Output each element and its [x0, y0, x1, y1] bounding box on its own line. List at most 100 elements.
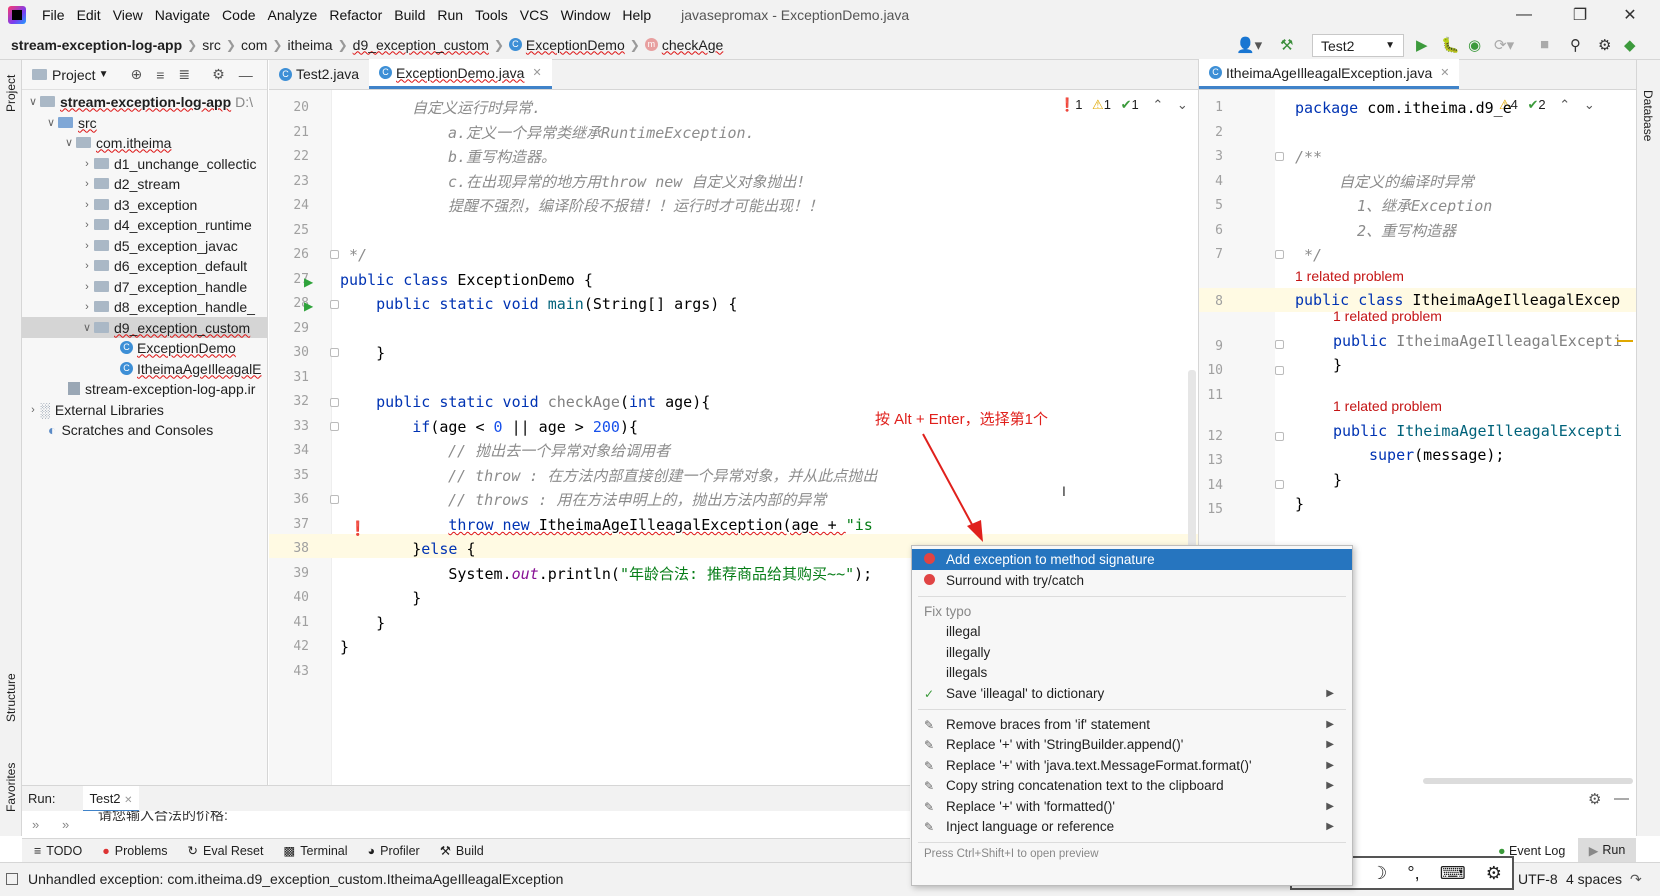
- popup-item-intention[interactable]: ✎ Remove braces from 'if' statement ▶: [912, 714, 1352, 735]
- tree-folder[interactable]: › d7_exception_handle: [22, 276, 267, 297]
- panel-gear-icon[interactable]: ⚙: [212, 66, 225, 83]
- tree-folder[interactable]: › d6_exception_default: [22, 255, 267, 276]
- collapse-all-icon[interactable]: ≣: [178, 66, 190, 83]
- related-problem-label[interactable]: 1 related problem: [1333, 398, 1442, 414]
- profile-icon[interactable]: ⟳▾: [1494, 36, 1514, 54]
- fold-icon[interactable]: [330, 422, 339, 431]
- tree-file[interactable]: C ExceptionDemo: [22, 337, 267, 358]
- todo-tool-button[interactable]: ≡ TODO: [34, 844, 82, 858]
- hide-run-panel-icon[interactable]: —: [1614, 790, 1629, 807]
- indent-select[interactable]: 4 spaces: [1566, 871, 1622, 887]
- breadcrumb-class[interactable]: C ExceptionDemo: [506, 37, 628, 53]
- next-problem-icon[interactable]: ⌄: [1177, 97, 1188, 112]
- database-tool-tab[interactable]: Database: [1641, 90, 1655, 141]
- tree-external-libraries[interactable]: › ░ External Libraries: [22, 399, 267, 420]
- more-console-icon[interactable]: »: [62, 817, 69, 832]
- maximize-icon[interactable]: ❐: [1556, 0, 1604, 30]
- breadcrumb-com[interactable]: com: [238, 37, 270, 53]
- chevron-down-icon[interactable]: ▼: [99, 69, 109, 80]
- menu-tools[interactable]: Tools: [469, 7, 514, 23]
- tab-exceptiondemo[interactable]: C ExceptionDemo.java ✕: [369, 59, 552, 89]
- menu-window[interactable]: Window: [555, 7, 617, 23]
- expand-console-icon[interactable]: »: [32, 817, 39, 832]
- run-icon[interactable]: ▶: [1416, 36, 1428, 54]
- popup-item-save-dictionary[interactable]: ✓ Save 'illeagal' to dictionary ▶: [912, 683, 1352, 704]
- popup-item-typo[interactable]: illegals: [912, 662, 1352, 683]
- inspection-widget[interactable]: ❗1 ⚠1 ✔1 ⌃ ⌄: [1059, 97, 1188, 113]
- close-tab-icon[interactable]: ✕: [124, 795, 132, 806]
- tree-iml[interactable]: stream-exception-log-app.ir: [22, 378, 267, 399]
- fold-icon[interactable]: [330, 348, 339, 357]
- tree-root[interactable]: ∨ stream-exception-log-app D:\: [22, 91, 267, 112]
- menu-refactor[interactable]: Refactor: [323, 7, 388, 23]
- problems-tool-button[interactable]: ● Problems: [102, 844, 167, 858]
- tree-folder[interactable]: › d4_exception_runtime: [22, 214, 267, 235]
- profiler-tool-button[interactable]: ◕ Profiler: [368, 844, 420, 858]
- tree-folder[interactable]: › d3_exception: [22, 194, 267, 215]
- fold-icon[interactable]: [330, 495, 339, 504]
- run-tool-button[interactable]: ▶ Run: [1578, 838, 1636, 862]
- popup-item-intention[interactable]: ✎ Replace '+' with 'StringBuilder.append(…: [912, 734, 1352, 755]
- tab-test2[interactable]: C Test2.java: [269, 59, 369, 89]
- fold-icon[interactable]: [1275, 432, 1284, 441]
- project-view-select[interactable]: Project: [52, 67, 96, 83]
- related-problem-label[interactable]: 1 related problem: [1333, 308, 1442, 324]
- popup-item-typo[interactable]: illegal: [912, 621, 1352, 642]
- run-settings-gear-icon[interactable]: ⚙: [1588, 790, 1601, 808]
- breadcrumb-project[interactable]: stream-exception-log-app: [8, 37, 185, 53]
- debug-icon[interactable]: 🐛: [1441, 36, 1460, 54]
- favorites-tool-tab[interactable]: Favorites: [4, 763, 18, 812]
- run-console[interactable]: » » 请您输入合法的价格:: [22, 811, 910, 838]
- locate-icon[interactable]: ⊕: [130, 66, 142, 83]
- popup-item-surround-try-catch[interactable]: Surround with try/catch: [912, 570, 1352, 591]
- tree-folder[interactable]: › d2_stream: [22, 173, 267, 194]
- fold-icon[interactable]: [330, 250, 339, 259]
- minimize-icon[interactable]: —: [1500, 0, 1548, 30]
- user-icon[interactable]: 👤▾: [1236, 36, 1262, 54]
- settings-gear-icon[interactable]: ⚙: [1598, 36, 1611, 54]
- expand-all-icon[interactable]: ≡: [156, 67, 164, 83]
- related-problem-label[interactable]: 1 related problem: [1295, 268, 1404, 284]
- popup-item-intention[interactable]: ✎ Replace '+' with 'formatted()' ▶: [912, 796, 1352, 817]
- eval-reset-tool-button[interactable]: ↻ Eval Reset: [188, 843, 264, 859]
- close-window-icon[interactable]: ✕: [1606, 0, 1654, 30]
- tree-package-com-itheima[interactable]: ∨ com.itheima: [22, 132, 267, 153]
- keyboard-icon[interactable]: ⌨: [1440, 863, 1466, 884]
- popup-item-add-exception[interactable]: Add exception to method signature: [912, 549, 1352, 570]
- tree-folder[interactable]: › d1_unchange_collectic: [22, 153, 267, 174]
- run-config-select[interactable]: Test2 ▼: [1312, 34, 1404, 57]
- lock-icon[interactable]: ↷: [1630, 871, 1642, 888]
- menu-vcs[interactable]: VCS: [514, 7, 555, 23]
- terminal-tool-button[interactable]: ▩ Terminal: [283, 843, 347, 859]
- tree-folder[interactable]: › d5_exception_javac: [22, 235, 267, 256]
- status-toggle-icon[interactable]: [6, 873, 18, 885]
- fold-icon[interactable]: [1275, 250, 1284, 259]
- moon-icon[interactable]: ☽: [1371, 863, 1387, 884]
- run-gutter-icon[interactable]: ▶: [304, 275, 313, 289]
- prev-problem-icon[interactable]: ⌃: [1559, 97, 1570, 112]
- stop-icon[interactable]: ■: [1540, 36, 1549, 53]
- fold-icon[interactable]: [1275, 340, 1284, 349]
- menu-build[interactable]: Build: [388, 7, 431, 23]
- menu-run[interactable]: Run: [431, 7, 469, 23]
- project-tool-tab[interactable]: Project: [4, 75, 18, 112]
- close-tab-icon[interactable]: ✕: [1440, 66, 1449, 79]
- encoding-select[interactable]: UTF-8: [1518, 871, 1558, 887]
- tree-folder[interactable]: › d8_exception_handle_: [22, 296, 267, 317]
- tab-itheima-exception[interactable]: C ItheimaAgeIlleagalException.java ✕: [1199, 59, 1460, 89]
- menu-view[interactable]: View: [107, 7, 149, 23]
- popup-item-typo[interactable]: illegally: [912, 642, 1352, 663]
- breadcrumb-itheima[interactable]: itheima: [284, 37, 335, 53]
- tree-scratches[interactable]: ◐ Scratches and Consoles: [22, 419, 267, 440]
- fold-icon[interactable]: [1275, 480, 1284, 489]
- menu-analyze[interactable]: Analyze: [262, 7, 324, 23]
- coverage-icon[interactable]: ◉: [1468, 36, 1481, 54]
- tree-src[interactable]: ∨ src: [22, 112, 267, 133]
- fold-icon[interactable]: [1275, 366, 1284, 375]
- tree-file[interactable]: C ItheimaAgeIlleagalE: [22, 358, 267, 379]
- breadcrumb-method[interactable]: m checkAge: [642, 37, 726, 53]
- fold-icon[interactable]: [330, 398, 339, 407]
- ime-settings-gear-icon[interactable]: ⚙: [1486, 863, 1502, 884]
- build-hammer-icon[interactable]: ⚒: [1280, 36, 1293, 54]
- fold-icon[interactable]: [1275, 152, 1284, 161]
